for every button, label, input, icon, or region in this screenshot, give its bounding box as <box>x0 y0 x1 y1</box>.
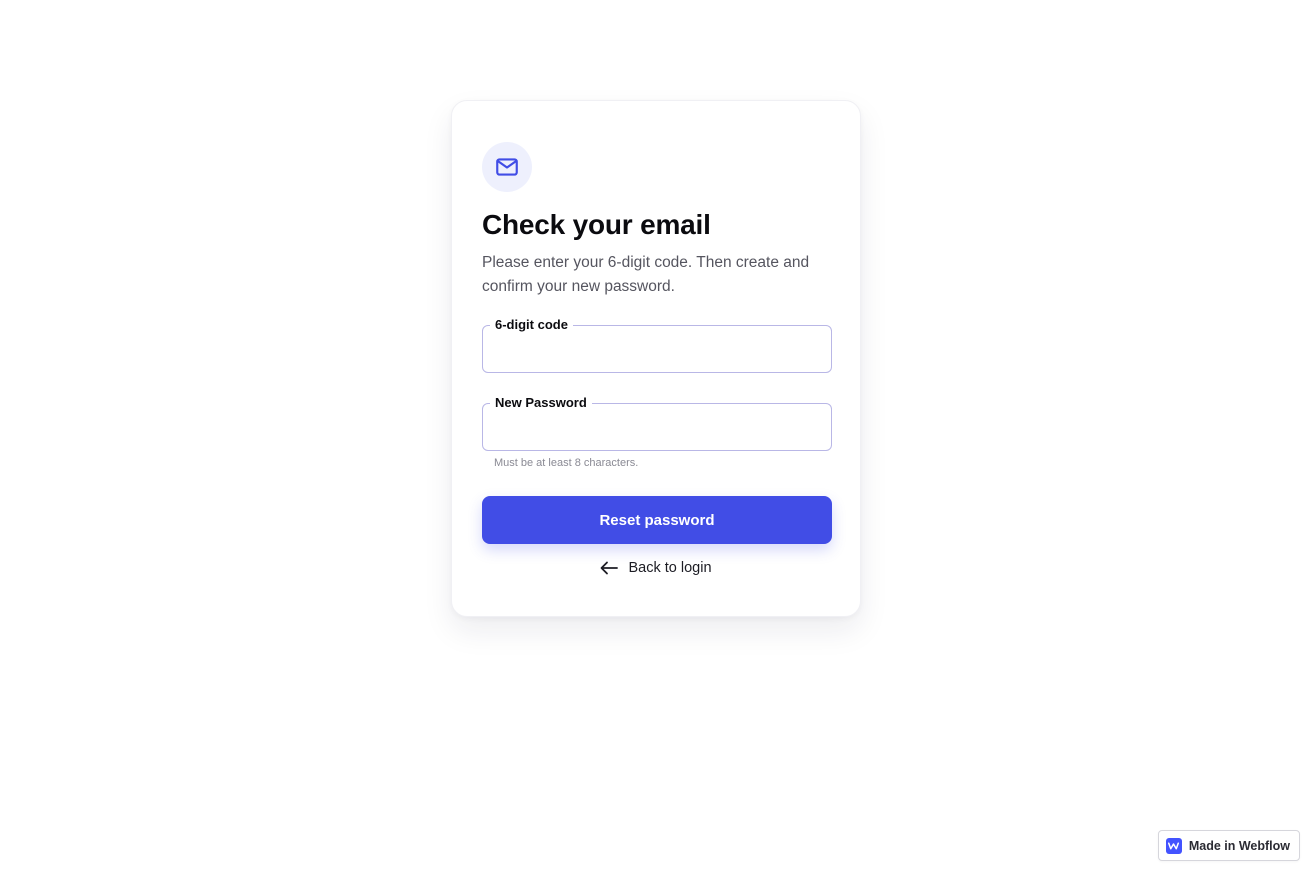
reset-password-card: Check your email Please enter your 6-dig… <box>451 100 861 617</box>
password-field[interactable]: New Password <box>482 394 832 451</box>
mail-icon <box>496 158 518 176</box>
password-field-label: New Password <box>490 394 592 412</box>
webflow-logo-icon <box>1165 837 1182 854</box>
code-field-label: 6-digit code <box>490 316 573 334</box>
mail-icon-container <box>482 142 532 192</box>
reset-password-button[interactable]: Reset password <box>482 496 832 544</box>
page-subtitle: Please enter your 6-digit code. Then cre… <box>482 254 810 295</box>
back-to-login-label: Back to login <box>628 560 712 576</box>
password-hint: Must be at least 8 characters. <box>494 457 639 469</box>
badge-label: Made in Webflow <box>1188 838 1290 853</box>
page-title: Check your email <box>482 209 711 240</box>
arrow-left-icon <box>601 561 619 575</box>
back-to-login-link[interactable]: Back to login <box>482 560 830 576</box>
made-in-webflow-badge[interactable]: Made in Webflow <box>1157 830 1300 861</box>
code-field[interactable]: 6-digit code <box>482 316 832 373</box>
